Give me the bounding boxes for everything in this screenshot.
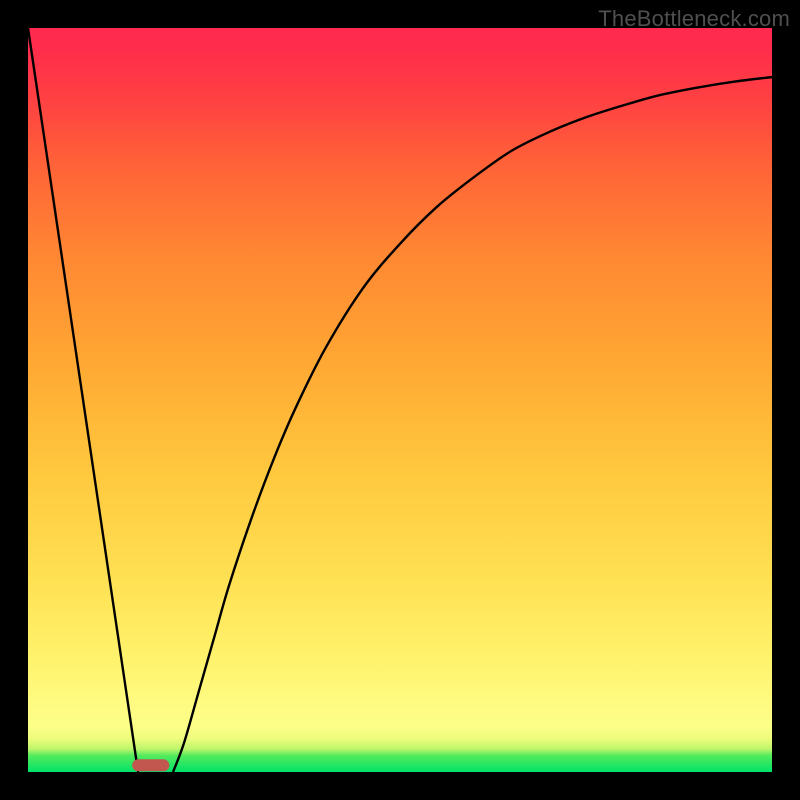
curve-layer xyxy=(28,28,772,772)
plot-area xyxy=(28,28,772,772)
minimum-marker xyxy=(132,759,169,771)
left-line xyxy=(28,28,138,772)
chart-frame: TheBottleneck.com xyxy=(0,0,800,800)
right-curve xyxy=(173,77,772,772)
watermark-text: TheBottleneck.com xyxy=(598,6,790,32)
